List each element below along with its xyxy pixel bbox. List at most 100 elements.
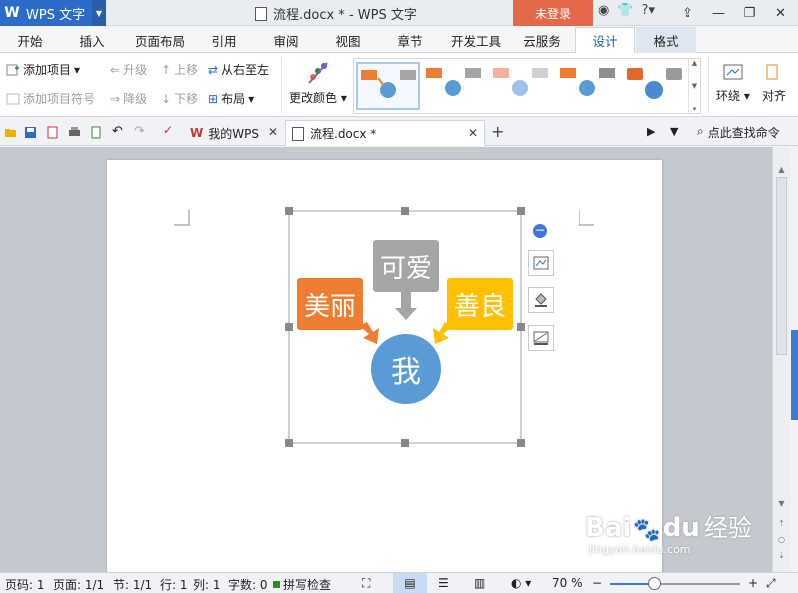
redo-icon[interactable]: ↷ [134, 124, 147, 139]
tab-my-wps[interactable]: W 我的WPS ✕ [184, 120, 284, 146]
tab-document[interactable]: 流程.docx * ✕ [285, 120, 485, 146]
maximize-button[interactable]: ❐ [734, 0, 765, 26]
filter-icon[interactable]: ▼ [670, 125, 678, 138]
fullscreen-icon[interactable]: ⛶ [362, 576, 370, 591]
command-search[interactable]: ⌕ 点此查找命令 [697, 124, 780, 141]
spell-status-icon [273, 581, 280, 588]
zoom-slider-knob[interactable] [648, 577, 661, 590]
gallery-scrollbar[interactable]: ▲ ▼ ▾ [688, 59, 700, 113]
close-button[interactable]: ✕ [765, 0, 796, 26]
change-color-button[interactable]: 更改颜色 ▾ [289, 59, 347, 106]
chevron-down-icon[interactable]: ▼ [92, 0, 106, 26]
tab-review[interactable]: 审阅 [266, 27, 306, 53]
diagram-node-right[interactable]: 善良 [447, 278, 513, 330]
undo-icon[interactable]: ↶ [112, 124, 125, 139]
collapse-icon[interactable]: − [533, 224, 547, 238]
zoom-out-icon[interactable]: − [592, 576, 602, 590]
upload-icon[interactable]: ⇪ [672, 0, 703, 26]
move-up-button[interactable]: ↑ 上移 [161, 61, 198, 78]
resize-handle[interactable] [285, 323, 293, 331]
next-page-icon[interactable]: ⇣ [776, 551, 787, 563]
align-button[interactable]: 对齐 [762, 63, 786, 104]
help-button[interactable]: ?▾ [642, 3, 655, 18]
tab-format[interactable]: 格式 [636, 27, 696, 53]
resize-handle[interactable] [285, 439, 293, 447]
fill-button[interactable] [528, 287, 554, 313]
vertical-scrollbar[interactable]: ▲ ▼ ⇡ ○ ⇣ [772, 147, 790, 572]
style-thumbnail-5[interactable] [624, 62, 688, 110]
style-thumbnail-3[interactable] [490, 62, 554, 110]
document-page[interactable]: 可爱 美丽 善良 我 − [107, 160, 662, 572]
prev-page-icon[interactable]: ⇡ [776, 519, 787, 531]
tab-start[interactable]: 开始 [10, 27, 50, 53]
tab-references[interactable]: 引用 [204, 27, 244, 53]
fit-window-icon[interactable]: ⤢ [766, 576, 776, 591]
tab-insert[interactable]: 插入 [72, 27, 112, 53]
reading-view-icon[interactable]: ▥ [474, 576, 485, 590]
skin-icon[interactable]: ◉ [598, 3, 609, 18]
resize-handle[interactable] [517, 207, 525, 215]
tab-cloud[interactable]: 云服务 [516, 27, 568, 53]
page-view-icon[interactable]: ▤ [393, 573, 427, 593]
customize-icon[interactable]: ✓ [163, 123, 176, 137]
diagram-node-center[interactable]: 我 [371, 334, 441, 404]
shirt-icon[interactable]: 👕 [617, 3, 633, 18]
diagram-node-top[interactable]: 可爱 [373, 240, 439, 292]
spell-check-button[interactable]: 拼写检查 [273, 576, 331, 593]
resize-handle[interactable] [401, 439, 409, 447]
open-folder-icon[interactable] [4, 126, 17, 139]
layout-button[interactable]: ⊞ 布局 ▾ [208, 90, 254, 107]
close-tab-icon[interactable]: ✕ [268, 125, 278, 139]
tab-page-layout[interactable]: 页面布局 [128, 27, 192, 53]
resize-handle[interactable] [517, 439, 525, 447]
promote-button[interactable]: ⇐ 升级 [110, 61, 147, 78]
scroll-down-icon[interactable]: ▼ [692, 82, 697, 90]
style-thumbnail-4[interactable] [557, 62, 621, 110]
resize-handle[interactable] [401, 207, 409, 215]
style-thumbnail-1[interactable] [356, 62, 420, 110]
close-tab-icon[interactable]: ✕ [468, 126, 478, 140]
arrow-up-icon: ↑ [161, 62, 172, 77]
side-panel-toggle[interactable] [791, 330, 798, 420]
app-menu-button[interactable]: W WPS 文字 ▼ [0, 0, 106, 26]
diagram-node-left[interactable]: 美丽 [297, 278, 363, 330]
zoom-level[interactable]: 70 % [552, 576, 583, 590]
command-search-label: 点此查找命令 [707, 126, 780, 140]
tab-developer[interactable]: 开发工具 [444, 27, 508, 53]
print-preview-icon[interactable] [90, 126, 103, 139]
layout-options-button[interactable] [528, 250, 554, 276]
style-thumbnail-2[interactable] [423, 62, 487, 110]
add-item-button[interactable]: 添加项目 ▾ [6, 61, 80, 78]
zoom-slider[interactable] [610, 577, 740, 590]
layout-label: 布局 [221, 92, 246, 106]
status-word-count[interactable]: 字数: 0 [228, 576, 268, 593]
select-browse-icon[interactable]: ○ [776, 535, 787, 547]
right-to-left-button[interactable]: ⇄ 从右至左 [208, 61, 269, 78]
resize-handle[interactable] [517, 323, 525, 331]
add-bullet-button[interactable]: 添加项目符号 [6, 90, 95, 107]
demote-button[interactable]: ⇒ 降级 [110, 90, 147, 107]
resize-handle[interactable] [285, 207, 293, 215]
smartart-style-gallery[interactable]: ▲ ▼ ▾ [353, 58, 701, 114]
tab-view[interactable]: 视图 [328, 27, 368, 53]
bookmark-icon[interactable]: ▶ [647, 125, 655, 138]
save-icon[interactable] [24, 126, 37, 139]
scroll-down-icon[interactable]: ▼ [776, 499, 787, 511]
gallery-more-icon[interactable]: ▾ [693, 105, 697, 113]
new-tab-icon[interactable]: + [491, 122, 504, 141]
zoom-in-icon[interactable]: + [748, 576, 758, 590]
scroll-up-icon[interactable]: ▲ [776, 165, 787, 177]
tab-chapter[interactable]: 章节 [390, 27, 430, 53]
wrap-button[interactable]: 环绕 ▾ [716, 63, 750, 104]
eye-protect-icon[interactable]: ◐ ▾ [511, 576, 531, 590]
scrollbar-thumb[interactable] [776, 177, 787, 355]
outline-button[interactable] [528, 325, 554, 351]
tab-design[interactable]: 设计 [575, 27, 635, 53]
minimize-button[interactable]: — [703, 0, 734, 26]
export-pdf-icon[interactable] [46, 126, 59, 139]
login-button[interactable]: 未登录 [513, 0, 593, 26]
print-icon[interactable] [68, 126, 81, 139]
scroll-up-icon[interactable]: ▲ [692, 59, 697, 67]
outline-view-icon[interactable]: ☰ [438, 576, 449, 590]
move-down-button[interactable]: ↓ 下移 [161, 90, 198, 107]
